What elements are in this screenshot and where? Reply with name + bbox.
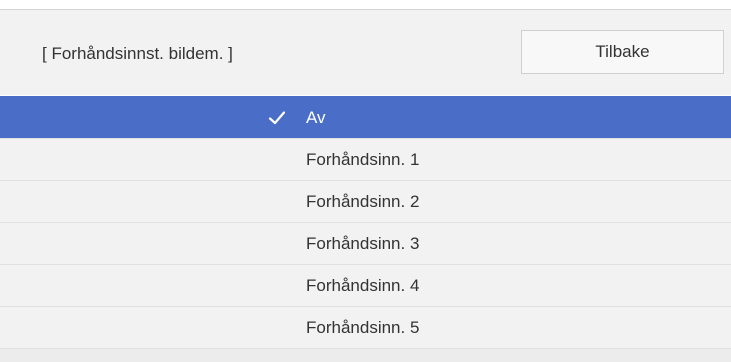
option-preset-5[interactable]: Forhåndsinn. 5 bbox=[0, 306, 731, 348]
option-label: Forhåndsinn. 1 bbox=[306, 149, 420, 169]
option-preset-1[interactable]: Forhåndsinn. 1 bbox=[0, 138, 731, 180]
option-preset-4[interactable]: Forhåndsinn. 4 bbox=[0, 264, 731, 306]
option-label: Forhåndsinn. 5 bbox=[306, 317, 420, 337]
option-label: Av bbox=[306, 107, 326, 127]
option-av[interactable]: Av bbox=[0, 96, 731, 138]
list-footer bbox=[0, 348, 731, 362]
check-icon bbox=[268, 110, 286, 124]
option-label: Forhåndsinn. 3 bbox=[306, 233, 420, 253]
option-label: Forhåndsinn. 2 bbox=[306, 191, 420, 211]
menu-header: [ Forhåndsinnst. bildem. ] Tilbake bbox=[0, 10, 731, 95]
back-button[interactable]: Tilbake bbox=[521, 30, 724, 74]
settings-panel: [ Forhåndsinnst. bildem. ] Tilbake Av Fo… bbox=[0, 0, 731, 362]
page-title: [ Forhåndsinnst. bildem. ] bbox=[42, 44, 233, 63]
option-preset-2[interactable]: Forhåndsinn. 2 bbox=[0, 180, 731, 222]
option-preset-3[interactable]: Forhåndsinn. 3 bbox=[0, 222, 731, 264]
option-label: Forhåndsinn. 4 bbox=[306, 275, 420, 295]
preset-options-list: Av Forhåndsinn. 1 Forhåndsinn. 2 Forhånd… bbox=[0, 96, 731, 348]
